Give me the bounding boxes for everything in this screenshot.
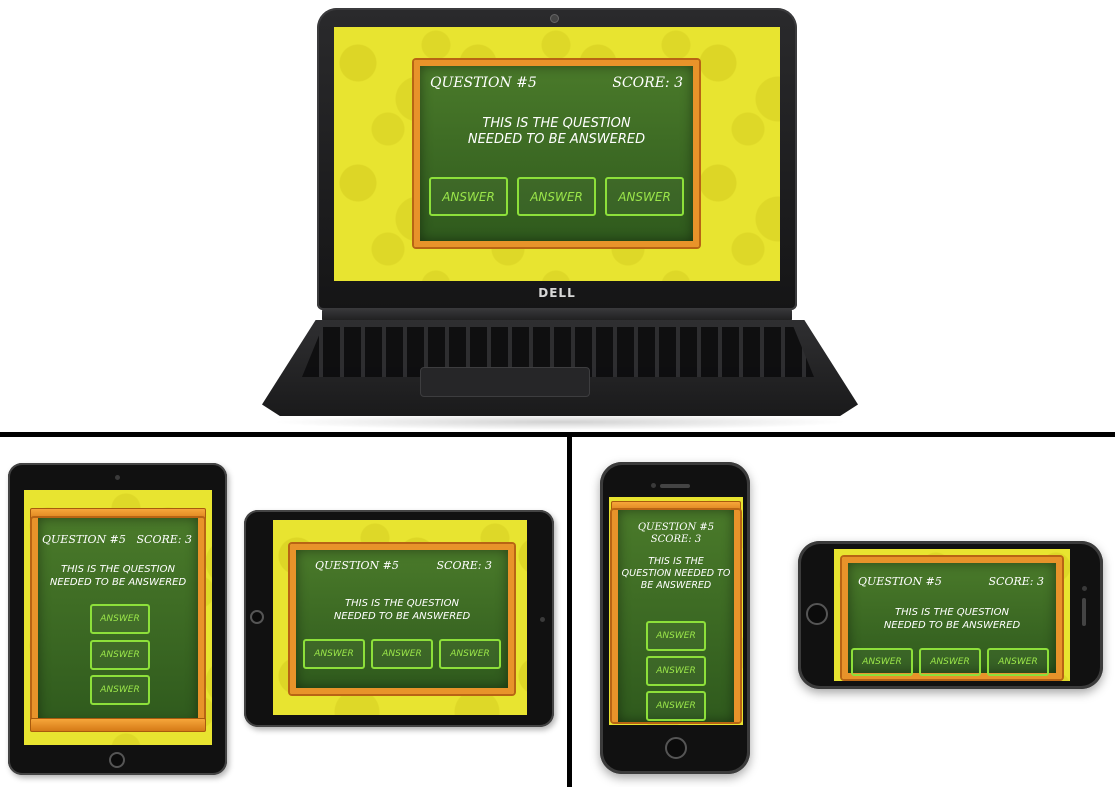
answer-button[interactable]: ANSWER	[605, 177, 684, 216]
question-text: THIS IS THE QUESTION NEEDED TO BE ANSWER…	[883, 607, 1021, 631]
answer-button[interactable]: ANSWER	[851, 648, 913, 676]
touchpad	[420, 367, 590, 397]
answer-button[interactable]: ANSWER	[90, 640, 150, 670]
laptop-shadow	[270, 414, 850, 430]
answer-button[interactable]: ANSWER	[646, 691, 706, 721]
score-display: SCORE: 3	[436, 559, 492, 572]
tablet-portrait-screen: QUESTION #5 SCORE: 3 THIS IS THE QUESTIO…	[24, 490, 212, 745]
answer-button[interactable]: ANSWER	[439, 639, 501, 669]
answer-button[interactable]: ANSWER	[646, 621, 706, 651]
chalkboard: QUESTION #5 SCORE: 3 THIS IS THE QUESTIO…	[290, 544, 514, 694]
question-number: QUESTION #5	[637, 522, 715, 533]
camera-icon	[651, 483, 656, 488]
camera-icon	[540, 617, 545, 622]
chalkboard: QUESTION #5 SCORE: 3 THIS IS THE QUESTIO…	[612, 510, 740, 722]
speaker-grille	[660, 484, 690, 488]
home-button	[665, 737, 687, 759]
answer-button[interactable]: ANSWER	[646, 656, 706, 686]
answer-button[interactable]: ANSWER	[517, 177, 596, 216]
question-text: THIS IS THE QUESTION NEEDED TO BE ANSWER…	[49, 564, 187, 588]
chalkboard: QUESTION #5 SCORE: 3 THIS IS THE QUESTIO…	[842, 557, 1062, 679]
answer-button[interactable]: ANSWER	[429, 177, 508, 216]
question-text: THIS IS THE QUESTION NEEDED TO BE ANSWER…	[621, 556, 731, 591]
question-text: THIS IS THE QUESTION NEEDED TO BE ANSWER…	[467, 116, 646, 148]
brand-logo: DELL	[538, 286, 576, 300]
question-text: THIS IS THE QUESTION NEEDED TO BE ANSWER…	[333, 598, 471, 622]
laptop-screen: QUESTION #5 SCORE: 3 THIS IS THE QUESTIO…	[334, 27, 780, 281]
camera-icon	[1082, 586, 1087, 591]
chalkboard: QUESTION #5 SCORE: 3 THIS IS THE QUESTIO…	[32, 518, 204, 724]
frame-plank-bottom	[30, 718, 206, 732]
home-button	[250, 610, 264, 624]
horizontal-divider	[0, 432, 1115, 437]
answer-button[interactable]: ANSWER	[371, 639, 433, 669]
home-button	[806, 603, 828, 625]
tablet-landscape-screen: QUESTION #5 SCORE: 3 THIS IS THE QUESTIO…	[273, 520, 527, 715]
answer-button[interactable]: ANSWER	[90, 604, 150, 634]
answer-button[interactable]: ANSWER	[90, 675, 150, 705]
score-display: SCORE: 3	[650, 534, 702, 545]
chalkboard: QUESTION #5 SCORE: 3 THIS IS THE QUESTIO…	[414, 60, 699, 247]
question-number: QUESTION #5	[42, 533, 126, 546]
laptop-hinge	[322, 308, 792, 322]
score-display: SCORE: 3	[988, 575, 1044, 588]
answer-button[interactable]: ANSWER	[919, 648, 981, 676]
speaker-grille	[1082, 598, 1086, 626]
answer-button[interactable]: ANSWER	[303, 639, 365, 669]
score-display: SCORE: 3	[136, 533, 192, 546]
question-number: QUESTION #5	[858, 575, 942, 588]
score-display: SCORE: 3	[612, 75, 683, 91]
camera-icon	[115, 475, 120, 480]
phone-portrait-screen: QUESTION #5 SCORE: 3 THIS IS THE QUESTIO…	[609, 497, 743, 725]
question-number: QUESTION #5	[315, 559, 399, 572]
home-button	[109, 752, 125, 768]
camera-icon	[550, 14, 559, 23]
question-number: QUESTION #5	[430, 75, 537, 91]
phone-landscape-screen: QUESTION #5 SCORE: 3 THIS IS THE QUESTIO…	[834, 549, 1070, 681]
vertical-divider	[567, 432, 572, 787]
answer-button[interactable]: ANSWER	[987, 648, 1049, 676]
